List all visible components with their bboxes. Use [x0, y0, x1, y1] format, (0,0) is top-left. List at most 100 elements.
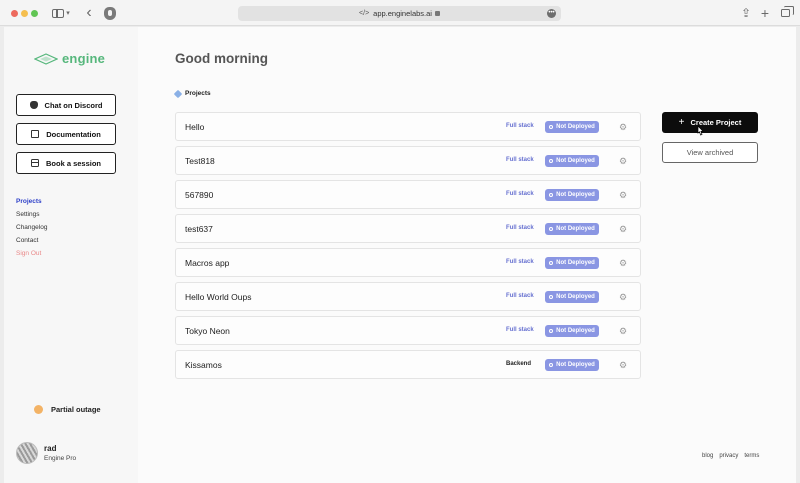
project-name: Hello — [185, 122, 205, 132]
back-icon[interactable]: ‹ — [82, 4, 96, 21]
address-bar[interactable]: </> app.enginelabs.ai — [238, 6, 561, 21]
deploy-status-badge: Not Deployed — [545, 257, 599, 269]
status-spinner-icon — [549, 363, 554, 367]
project-row[interactable]: 567890 Full stack Not Deployed ⚙ — [175, 180, 641, 209]
tab-overview-icon[interactable] — [779, 6, 794, 20]
deploy-status-label: Not Deployed — [556, 328, 595, 334]
deploy-status-label: Not Deployed — [556, 260, 595, 266]
deploy-status-badge: Not Deployed — [545, 155, 599, 167]
project-stack-label: Full stack — [506, 327, 534, 333]
sidebar-toggle-icon[interactable]: ▾ — [50, 6, 72, 20]
status-label: Partial outage — [51, 405, 101, 414]
gear-icon[interactable]: ⚙ — [619, 360, 627, 370]
footer-links: blog privacy terms — [702, 453, 759, 459]
status-spinner-icon — [549, 329, 554, 333]
status-spinner-icon — [549, 261, 554, 265]
privacy-shield-icon[interactable] — [104, 7, 116, 20]
sidebar-item-changelog[interactable]: Changelog — [16, 221, 47, 234]
button-label: Book a session — [45, 158, 102, 168]
book-a-session-button[interactable]: Book a session — [16, 152, 116, 174]
sidebar-item-projects[interactable]: Projects — [16, 195, 47, 208]
project-stack-label: Full stack — [506, 225, 534, 231]
sidebar: engine Chat on Discord Documentation Boo… — [4, 27, 138, 483]
gear-icon[interactable]: ⚙ — [619, 224, 627, 234]
deploy-status-badge: Not Deployed — [545, 291, 599, 303]
view-archived-label: View archived — [686, 148, 734, 157]
user-plan: Engine Pro — [44, 455, 77, 462]
more-options-icon[interactable]: ••• — [547, 9, 556, 18]
blog-link[interactable]: blog — [702, 453, 713, 459]
projects-heading-label: Projects — [185, 90, 211, 97]
gear-icon[interactable]: ⚙ — [619, 122, 627, 132]
url-text: app.enginelabs.ai — [373, 9, 432, 18]
status-spinner-icon — [549, 159, 554, 163]
projects-heading: Projects — [173, 89, 211, 98]
project-name: Test818 — [185, 156, 215, 166]
view-archived-button[interactable]: View archived — [662, 142, 758, 163]
privacy-link[interactable]: privacy — [719, 453, 738, 459]
create-project-button[interactable]: + Create Project — [662, 112, 758, 133]
chat-on-discord-button[interactable]: Chat on Discord — [16, 94, 116, 116]
user-profile[interactable]: rad Engine Pro — [16, 442, 76, 464]
project-row[interactable]: Macros app Full stack Not Deployed ⚙ — [175, 248, 641, 277]
status-spinner-icon — [549, 227, 554, 231]
deploy-status-label: Not Deployed — [556, 158, 595, 164]
project-stack-label: Full stack — [506, 123, 534, 129]
engine-logo-icon — [34, 52, 58, 65]
sidebar-nav: Projects Settings Changelog Contact Sign… — [16, 195, 47, 260]
project-stack-label: Full stack — [506, 191, 534, 197]
project-name: Tokyo Neon — [185, 326, 230, 336]
gear-icon[interactable]: ⚙ — [619, 326, 627, 336]
page-title: Good morning — [175, 51, 268, 66]
logo-text: engine — [62, 51, 106, 66]
engine-logo[interactable]: engine — [34, 51, 105, 66]
deploy-status-label: Not Deployed — [556, 294, 595, 300]
app-window: engine Chat on Discord Documentation Boo… — [4, 27, 796, 483]
deploy-status-badge: Not Deployed — [545, 223, 599, 235]
gear-icon[interactable]: ⚙ — [619, 156, 627, 166]
project-row[interactable]: Tokyo Neon Full stack Not Deployed ⚙ — [175, 316, 641, 345]
deploy-status-badge: Not Deployed — [545, 325, 599, 337]
project-name: 567890 — [185, 190, 214, 200]
project-row[interactable]: Hello World Oups Full stack Not Deployed ⚙ — [175, 282, 641, 311]
gear-icon[interactable]: ⚙ — [619, 258, 627, 268]
documentation-button[interactable]: Documentation — [16, 123, 116, 145]
deploy-status-label: Not Deployed — [556, 192, 595, 198]
share-icon[interactable]: ⇪ — [740, 6, 752, 20]
sidebar-item-settings[interactable]: Settings — [16, 208, 47, 221]
project-stack-label: Backend — [506, 361, 532, 367]
terms-link[interactable]: terms — [744, 453, 759, 459]
project-row[interactable]: test637 Full stack Not Deployed ⚙ — [175, 214, 641, 243]
deploy-status-badge: Not Deployed — [545, 121, 599, 133]
browser-toolbar: ▾ ‹ </> app.enginelabs.ai ••• ⇪ + — [0, 0, 800, 26]
close-window-button[interactable] — [11, 10, 18, 17]
new-tab-icon[interactable]: + — [759, 5, 771, 21]
button-label: Documentation — [46, 129, 101, 139]
calendar-icon — [30, 159, 39, 167]
project-row[interactable]: Test818 Full stack Not Deployed ⚙ — [175, 146, 641, 175]
system-status[interactable]: Partial outage — [34, 405, 101, 414]
gear-icon[interactable]: ⚙ — [619, 292, 627, 302]
code-icon: </> — [359, 10, 370, 17]
gear-icon[interactable]: ⚙ — [619, 190, 627, 200]
mouse-cursor-icon — [697, 125, 704, 136]
maximize-window-button[interactable] — [31, 10, 38, 17]
lock-icon — [434, 11, 440, 16]
sidebar-item-sign-out[interactable]: Sign Out — [16, 247, 47, 260]
discord-icon — [29, 101, 38, 109]
deploy-status-label: Not Deployed — [556, 226, 595, 232]
projects-icon — [173, 89, 183, 98]
status-spinner-icon — [549, 295, 554, 299]
project-stack-label: Full stack — [506, 157, 534, 163]
status-spinner-icon — [549, 125, 554, 129]
status-indicator-icon — [34, 405, 43, 414]
project-stack-label: Full stack — [506, 293, 534, 299]
project-name: test637 — [185, 224, 213, 234]
minimize-window-button[interactable] — [21, 10, 28, 17]
sidebar-item-contact[interactable]: Contact — [16, 234, 47, 247]
document-icon — [31, 130, 40, 138]
project-row[interactable]: Hello Full stack Not Deployed ⚙ — [175, 112, 641, 141]
plus-icon: + — [678, 117, 685, 128]
deploy-status-badge: Not Deployed — [545, 189, 599, 201]
project-row[interactable]: Kissamos Backend Not Deployed ⚙ — [175, 350, 641, 379]
